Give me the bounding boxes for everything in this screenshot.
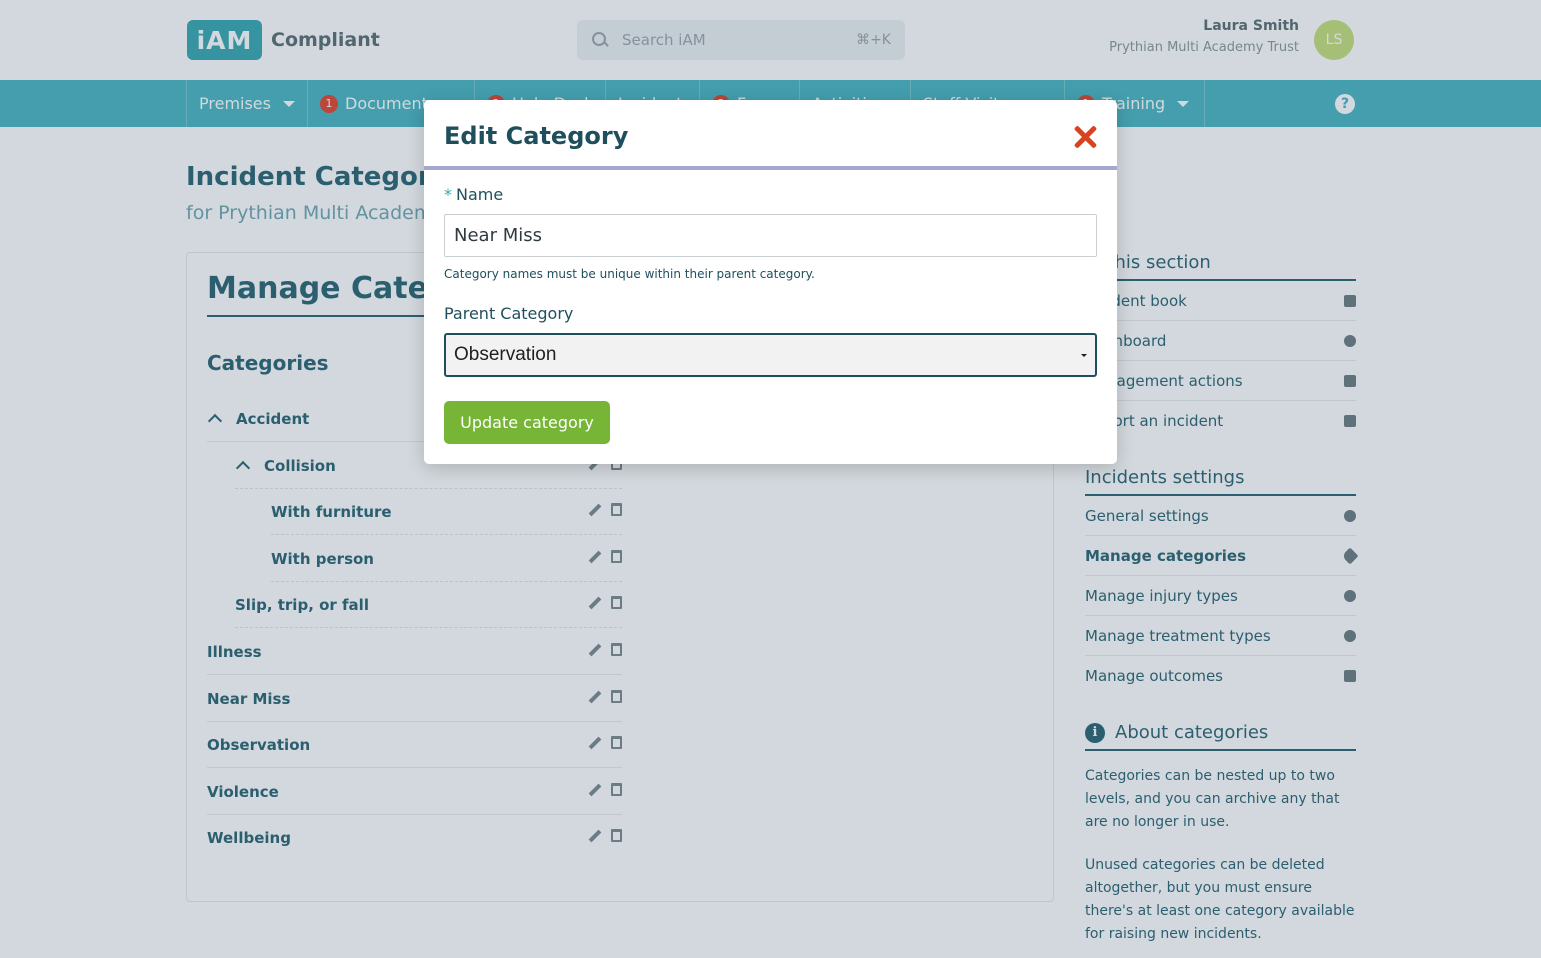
name-label-text: Name [456,185,504,204]
edit-category-modal: Edit Category *Name Category names must … [424,100,1117,464]
update-category-button[interactable]: Update category [444,401,610,444]
chevron-down-icon [1081,353,1087,357]
name-field[interactable] [444,214,1097,257]
modal-divider [424,166,1117,170]
parent-category-label: Parent Category [444,304,574,323]
name-hint: Category names must be unique within the… [444,267,815,281]
parent-category-value: Observation [454,344,557,365]
required-marker: * [444,185,452,204]
close-icon[interactable] [1072,124,1098,150]
modal-title: Edit Category [444,122,629,150]
parent-category-select[interactable]: Observation [444,333,1097,377]
name-label: * Name [444,185,503,204]
